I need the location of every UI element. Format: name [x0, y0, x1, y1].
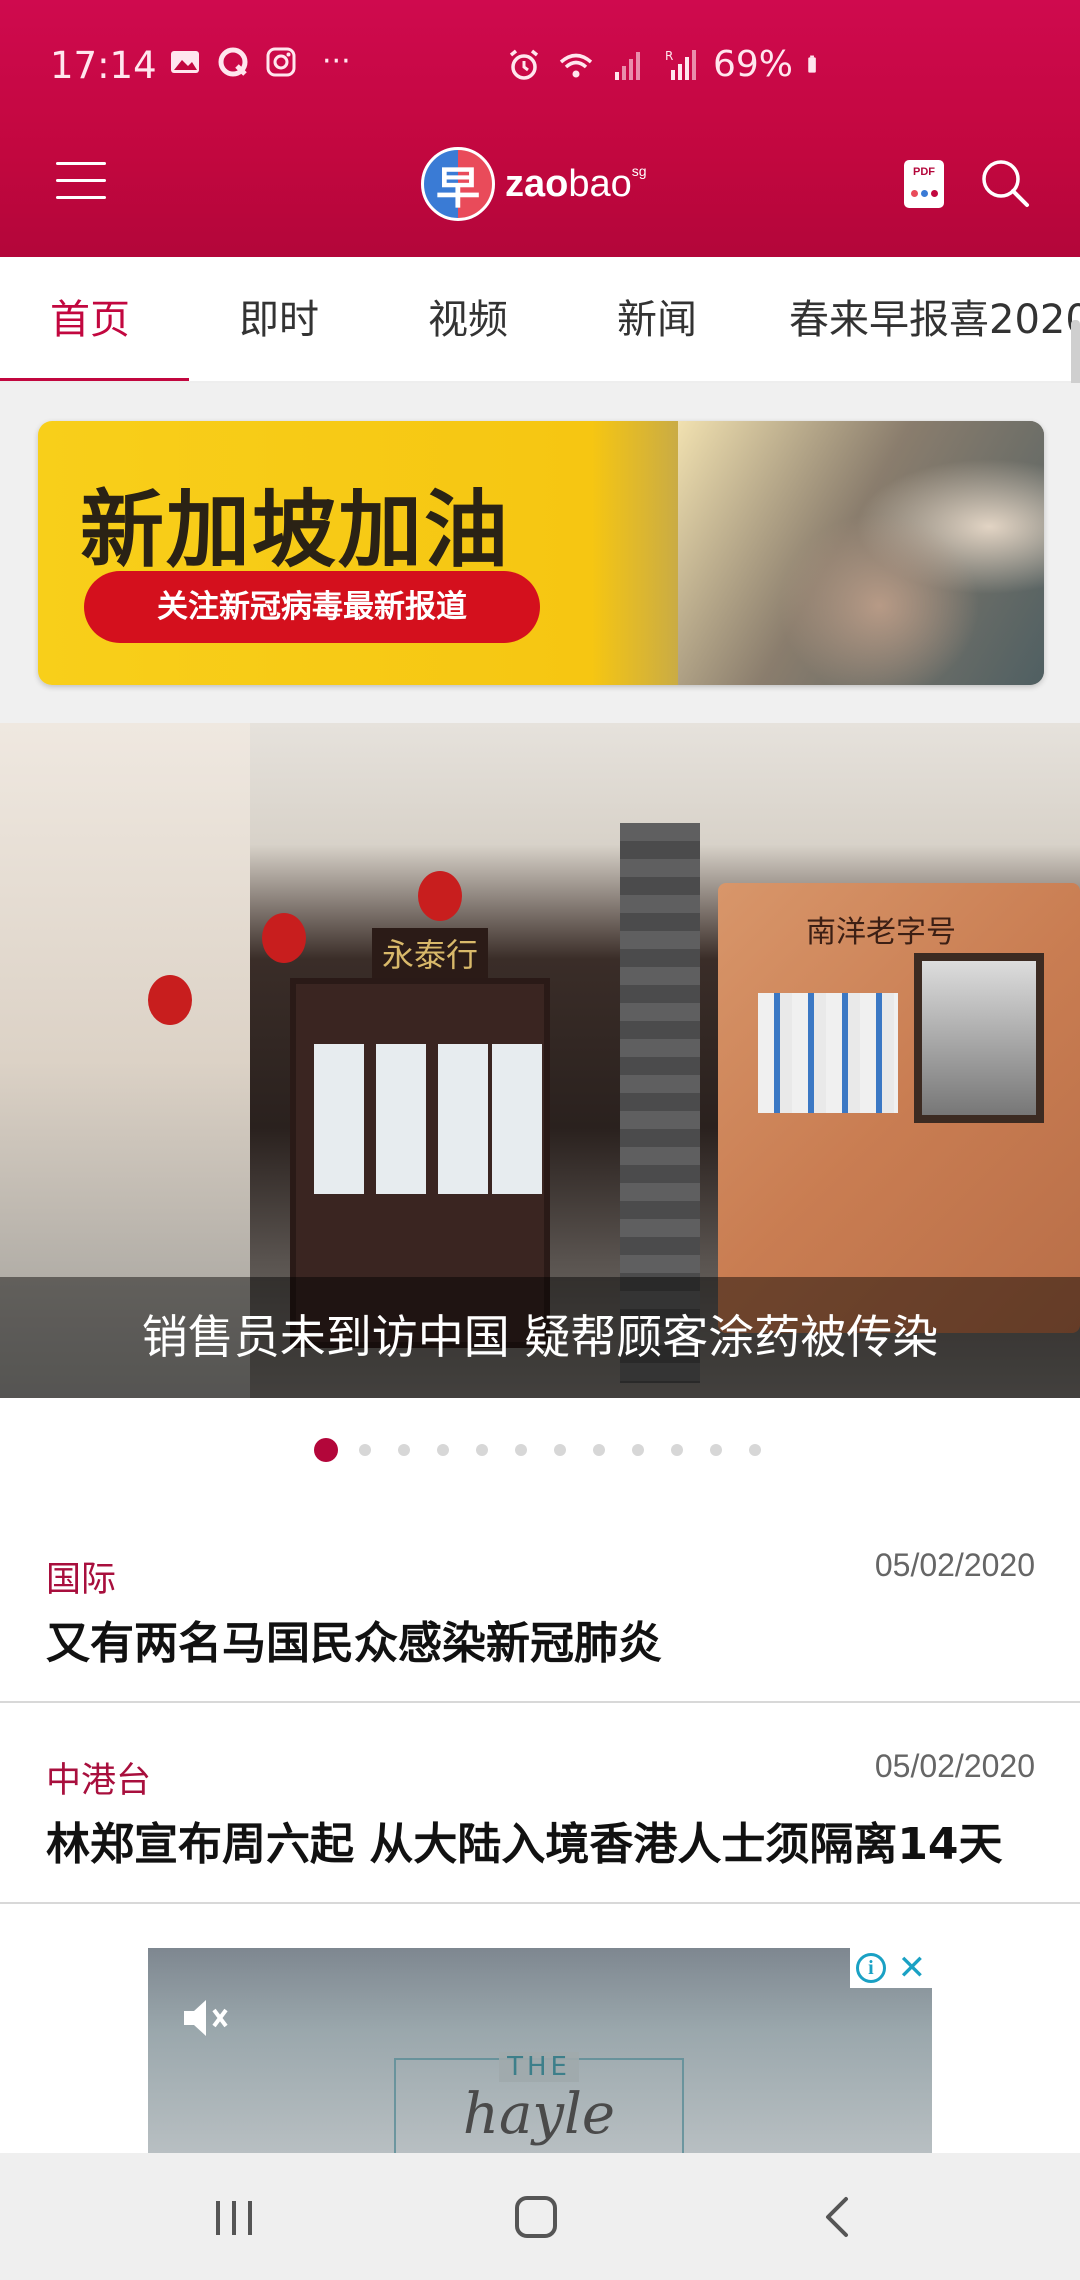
board-title: 南洋老字号 [806, 915, 956, 950]
news-item[interactable]: 国际 05/02/2020 又有两名马国民众感染新冠肺炎 [0, 1503, 1080, 1703]
search-icon[interactable] [978, 156, 1032, 210]
mute-icon[interactable] [174, 1988, 234, 2048]
carousel-dot[interactable] [345, 1436, 384, 1464]
carousel-pagination [0, 1436, 1080, 1464]
carousel-dot[interactable] [462, 1436, 501, 1464]
banner-photo [678, 421, 1044, 685]
banner-title: 新加坡加油 [80, 481, 511, 579]
banner-section: 新加坡加油 关注新冠病毒最新报道 [0, 383, 1080, 723]
ad-brand-small: THE [499, 2052, 579, 2082]
video-ad[interactable]: i ✕ THE hayle [148, 1948, 932, 2153]
shop-sign: 永泰行 [372, 928, 489, 978]
more-notifications-icon: ··· [322, 44, 351, 79]
zaobao-logo[interactable]: 早 zaobaosg [421, 146, 647, 222]
back-icon [826, 2196, 848, 2237]
carousel-dot[interactable] [735, 1436, 774, 1464]
pdf-button[interactable]: PDF [904, 160, 944, 208]
system-status-icons: R 69% [505, 44, 831, 85]
news-item[interactable]: 中港台 05/02/2020 林郑宣布周六起 从大陆入境香港人士须隔离14天 [0, 1704, 1080, 1904]
carousel-dot[interactable] [618, 1436, 657, 1464]
gallery-icon [171, 50, 199, 73]
ad-choices: i ✕ [850, 1948, 932, 1988]
carousel-dot[interactable] [423, 1436, 462, 1464]
covid-banner[interactable]: 新加坡加油 关注新冠病毒最新报道 [38, 421, 1044, 685]
banner-subtitle: 关注新冠病毒最新报道 [84, 571, 540, 643]
news-title[interactable]: 又有两名马国民众感染新冠肺炎 [46, 1607, 662, 1671]
instagram-icon [266, 47, 296, 76]
tab-news[interactable]: 新闻 [617, 257, 697, 381]
home-icon [515, 2195, 557, 2238]
news-category[interactable]: 国际 [46, 1551, 116, 1602]
carousel-dot[interactable] [657, 1436, 696, 1464]
news-date: 05/02/2020 [874, 1748, 1035, 1784]
carousel-dot[interactable] [696, 1436, 735, 1464]
home-button[interactable] [436, 2153, 636, 2280]
app-header: 17:14 ··· R 69% 早 zaobaosg PDF [0, 0, 1080, 257]
tab-spring-festival[interactable]: 春来早报喜2020 [789, 257, 1080, 381]
tab-home[interactable]: 首页 [50, 257, 130, 381]
lantern [148, 975, 192, 1025]
wifi-icon [559, 53, 593, 77]
ad-info-icon[interactable]: i [855, 1953, 886, 1983]
carousel-dot[interactable] [384, 1436, 423, 1464]
logo-mark: 早 [421, 147, 495, 221]
recent-apps-icon [216, 2200, 252, 2235]
ad-brand: THE hayle [394, 2052, 684, 2153]
lantern [418, 871, 462, 921]
news-category[interactable]: 中港台 [46, 1752, 151, 1803]
tab-instant[interactable]: 即时 [239, 257, 319, 381]
status-bar: 17:14 ··· R 69% [0, 0, 1080, 132]
hero-carousel[interactable]: 永泰行 南洋老字号 销售员未到访中国 疑帮顾客涂药被传染 [0, 723, 1080, 1398]
hero-caption[interactable]: 销售员未到访中国 疑帮顾客涂药被传染 [0, 1277, 1080, 1398]
hero-photo-board: 南洋老字号 [718, 883, 1080, 1333]
ad-brand-script: hayle [462, 2082, 616, 2147]
carousel-dot[interactable] [540, 1436, 579, 1464]
system-navigation-bar [0, 2153, 1080, 2280]
signal-icon [615, 51, 640, 80]
news-date: 05/02/2020 [874, 1547, 1035, 1583]
status-time: 17:14 [50, 44, 157, 87]
carousel-dot[interactable] [501, 1436, 540, 1464]
menu-icon [56, 162, 106, 165]
tab-video[interactable]: 视频 [428, 257, 508, 381]
carousel-dot[interactable] [579, 1436, 618, 1464]
pdf-icon: PDF [913, 166, 935, 178]
svg-text:R: R [665, 49, 673, 63]
recent-apps-button[interactable] [134, 2153, 334, 2280]
signal-roaming-icon: R [665, 49, 696, 80]
menu-button[interactable] [56, 162, 106, 202]
alarm-icon [509, 49, 539, 80]
ad-close-icon[interactable]: ✕ [898, 1951, 927, 1985]
battery-icon [808, 55, 816, 73]
notification-icons: ··· [168, 44, 351, 79]
logo-wordmark: zaobaosg [505, 162, 647, 205]
battery-percent: 69% [713, 44, 794, 85]
q-app-icon [218, 47, 248, 76]
news-title[interactable]: 林郑宣布周六起 从大陆入境香港人士须隔离14天 [46, 1808, 1003, 1872]
back-button[interactable] [738, 2153, 938, 2280]
carousel-dot[interactable] [306, 1436, 345, 1464]
lantern [262, 913, 306, 963]
category-tabs: 首页 即时 视频 新闻 春来早报喜2020 [0, 257, 1080, 383]
